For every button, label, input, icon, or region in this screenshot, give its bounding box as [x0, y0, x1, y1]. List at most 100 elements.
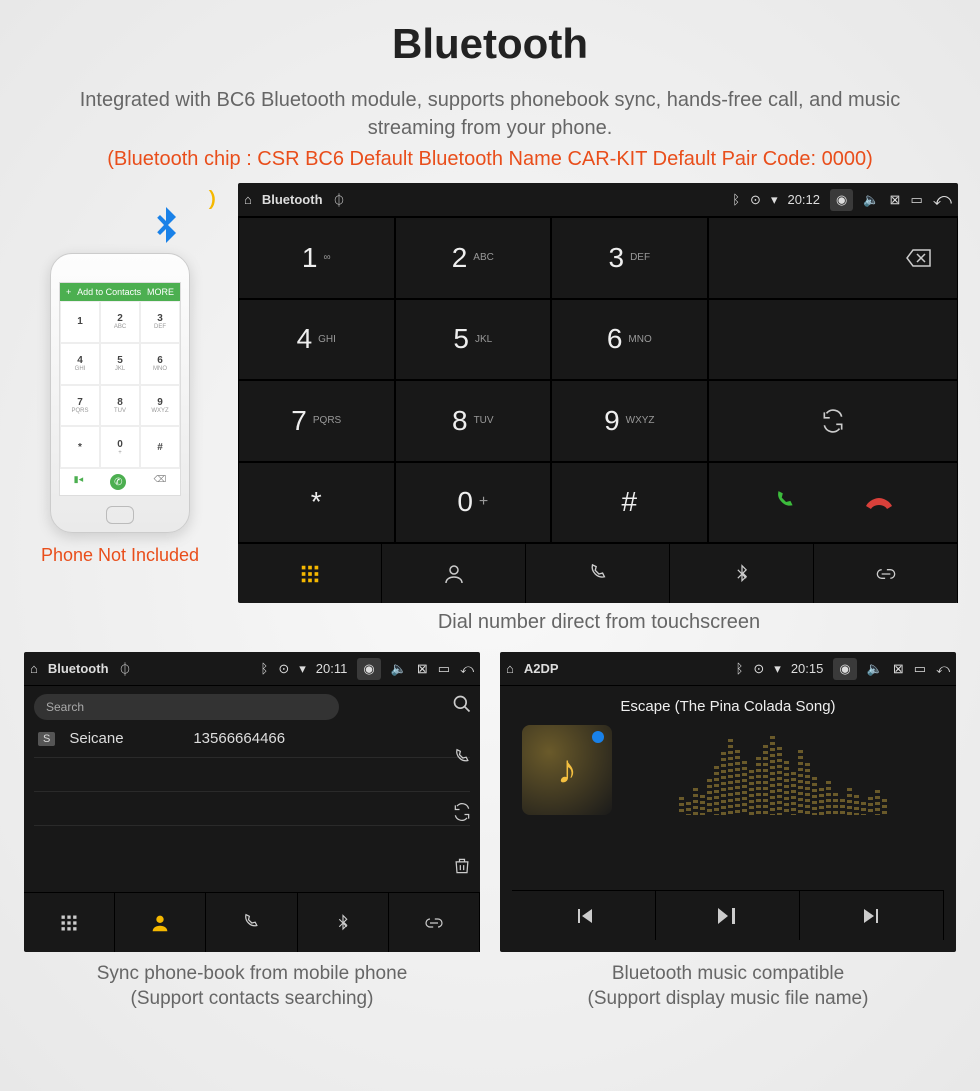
- camera-icon[interactable]: ◉: [357, 658, 380, 680]
- delete-icon[interactable]: [452, 856, 472, 876]
- contacts-caption: Sync phone-book from mobile phone (Suppo…: [24, 962, 480, 1011]
- prev-button[interactable]: [512, 891, 656, 940]
- home-icon[interactable]: ⌂: [30, 661, 38, 676]
- music-statusbar: ⌂ A2DP ᛒ ⊙ ▾ 20:15 ◉ 🔈 ⊠ ▭ ⤺: [500, 652, 956, 686]
- volume-icon[interactable]: 🔈: [391, 661, 407, 677]
- phone-add-text: Add to Contacts: [77, 287, 141, 297]
- keypad-tab-icon[interactable]: [238, 544, 382, 603]
- statusbar-app: Bluetooth: [48, 661, 109, 676]
- contact-row-empty: [34, 826, 470, 860]
- redial-button[interactable]: [708, 380, 958, 462]
- volume-icon[interactable]: 🔈: [867, 661, 883, 677]
- phone-key: *: [60, 426, 100, 468]
- contact-row-empty: [34, 792, 470, 826]
- media-controls: [512, 890, 944, 940]
- play-pause-button[interactable]: [656, 891, 800, 940]
- call-icon: ✆: [110, 474, 126, 490]
- keypad-tab-icon[interactable]: [24, 893, 115, 952]
- bluetooth-tab-icon[interactable]: [670, 544, 814, 603]
- phone-key: 9WXYZ: [140, 385, 180, 427]
- dialer-caption: Dial number direct from touchscreen: [238, 611, 960, 634]
- dial-key-6[interactable]: 6MNO: [551, 299, 708, 381]
- music-caption: Bluetooth music compatible (Support disp…: [500, 962, 956, 1011]
- phone-key: 8TUV: [100, 385, 140, 427]
- phone-key: 7PQRS: [60, 385, 100, 427]
- dial-key-9[interactable]: 9WXYZ: [551, 380, 708, 462]
- phone-key: 5JKL: [100, 343, 140, 385]
- back-icon[interactable]: ⤺: [936, 661, 950, 677]
- sync-icon[interactable]: [452, 802, 472, 822]
- red-spec-line: (Bluetooth chip : CSR BC6 Default Blueto…: [10, 148, 970, 171]
- dial-key-0[interactable]: 0+: [395, 462, 552, 544]
- dial-key-5[interactable]: 5JKL: [395, 299, 552, 381]
- back-icon[interactable]: ⤺: [460, 661, 474, 677]
- statusbar-time: 20:11: [316, 661, 348, 676]
- bluetooth-small-icon: ᛒ: [732, 192, 740, 207]
- usb-icon: ⏀: [119, 659, 132, 678]
- album-art-icon: ♪: [522, 725, 612, 815]
- contacts-panel: ⌂ Bluetooth ⏀ ᛒ ⊙ ▾ 20:11 ◉ 🔈 ⊠ ▭ ⤺: [24, 652, 480, 952]
- contacts-body: Search S Seicane 13566664466: [24, 686, 480, 892]
- phone-key: 2ABC: [100, 301, 140, 343]
- backspace-icon: ⌫: [154, 474, 167, 490]
- music-body: Escape (The Pina Colada Song) ♪: [500, 686, 956, 952]
- dial-key-3[interactable]: 3DEF: [551, 217, 708, 299]
- back-icon[interactable]: ⤺: [933, 189, 952, 210]
- music-section: ⌂ A2DP ᛒ ⊙ ▾ 20:15 ◉ 🔈 ⊠ ▭ ⤺ Escape (The…: [500, 652, 956, 1011]
- contact-letter: S: [38, 732, 55, 746]
- next-button[interactable]: [800, 891, 944, 940]
- recents-icon[interactable]: ▭: [910, 192, 922, 208]
- close-icon[interactable]: ⊠: [890, 192, 901, 208]
- dial-key-8[interactable]: 8TUV: [395, 380, 552, 462]
- home-icon[interactable]: ⌂: [506, 661, 514, 676]
- contact-row[interactable]: S Seicane 13566664466: [34, 720, 470, 758]
- close-icon[interactable]: ⊠: [417, 661, 428, 677]
- call-controls[interactable]: [708, 462, 958, 544]
- phone-mockup-column: )) + Add to Contacts MORE 12ABC3DEF4GHI5…: [20, 183, 220, 566]
- page-subtitle: Integrated with BC6 Bluetooth module, su…: [10, 86, 970, 142]
- call-icon[interactable]: [452, 748, 472, 768]
- dial-key-#[interactable]: #: [551, 462, 708, 544]
- dial-key-4[interactable]: 4GHI: [238, 299, 395, 381]
- dial-key-*[interactable]: *: [238, 462, 395, 544]
- phone-key: 6MNO: [140, 343, 180, 385]
- close-icon[interactable]: ⊠: [893, 661, 904, 677]
- dial-key-2[interactable]: 2ABC: [395, 217, 552, 299]
- phone-key: 0+: [100, 426, 140, 468]
- statusbar-time: 20:15: [791, 661, 824, 676]
- recents-icon[interactable]: ▭: [914, 661, 926, 677]
- bluetooth-small-icon: ᛒ: [736, 661, 744, 676]
- search-icon[interactable]: [452, 694, 472, 714]
- page-title: Bluetooth: [10, 20, 970, 68]
- phone-key: 4GHI: [60, 343, 100, 385]
- phone-key: #: [140, 426, 180, 468]
- call-button[interactable]: [772, 489, 798, 515]
- camera-icon[interactable]: ◉: [833, 658, 856, 680]
- phone-key: 1: [60, 301, 100, 343]
- video-call-icon: ▮◂: [74, 474, 83, 490]
- phone-key: 3DEF: [140, 301, 180, 343]
- history-tab-icon[interactable]: [206, 893, 297, 952]
- recents-icon[interactable]: ▭: [438, 661, 450, 677]
- bluetooth-tab-icon[interactable]: [298, 893, 389, 952]
- camera-icon[interactable]: ◉: [830, 189, 853, 211]
- location-icon: ⊙: [753, 661, 764, 677]
- pair-tab-icon[interactable]: [814, 544, 958, 603]
- search-input[interactable]: Search: [34, 694, 339, 720]
- home-icon[interactable]: ⌂: [244, 192, 252, 207]
- dial-key-7[interactable]: 7PQRS: [238, 380, 395, 462]
- dial-key-1[interactable]: 1∞: [238, 217, 395, 299]
- contacts-tab-icon[interactable]: [115, 893, 206, 952]
- track-title: Escape (The Pina Colada Song): [620, 698, 835, 715]
- empty-cell: [708, 299, 958, 381]
- bluetooth-icon: )): [142, 203, 190, 251]
- dialer-section: ⌂ Bluetooth ⏀ ᛒ ⊙ ▾ 20:12 ◉ 🔈 ⊠ ▭ ⤺ 1∞2A…: [238, 183, 960, 634]
- music-panel: ⌂ A2DP ᛒ ⊙ ▾ 20:15 ◉ 🔈 ⊠ ▭ ⤺ Escape (The…: [500, 652, 956, 952]
- backspace-button[interactable]: [708, 217, 958, 299]
- history-tab-icon[interactable]: [526, 544, 670, 603]
- volume-icon[interactable]: 🔈: [863, 192, 879, 208]
- hangup-button[interactable]: [864, 492, 894, 512]
- pair-tab-icon[interactable]: [389, 893, 480, 952]
- contacts-tab-icon[interactable]: [382, 544, 526, 603]
- contact-number: 13566664466: [193, 730, 285, 747]
